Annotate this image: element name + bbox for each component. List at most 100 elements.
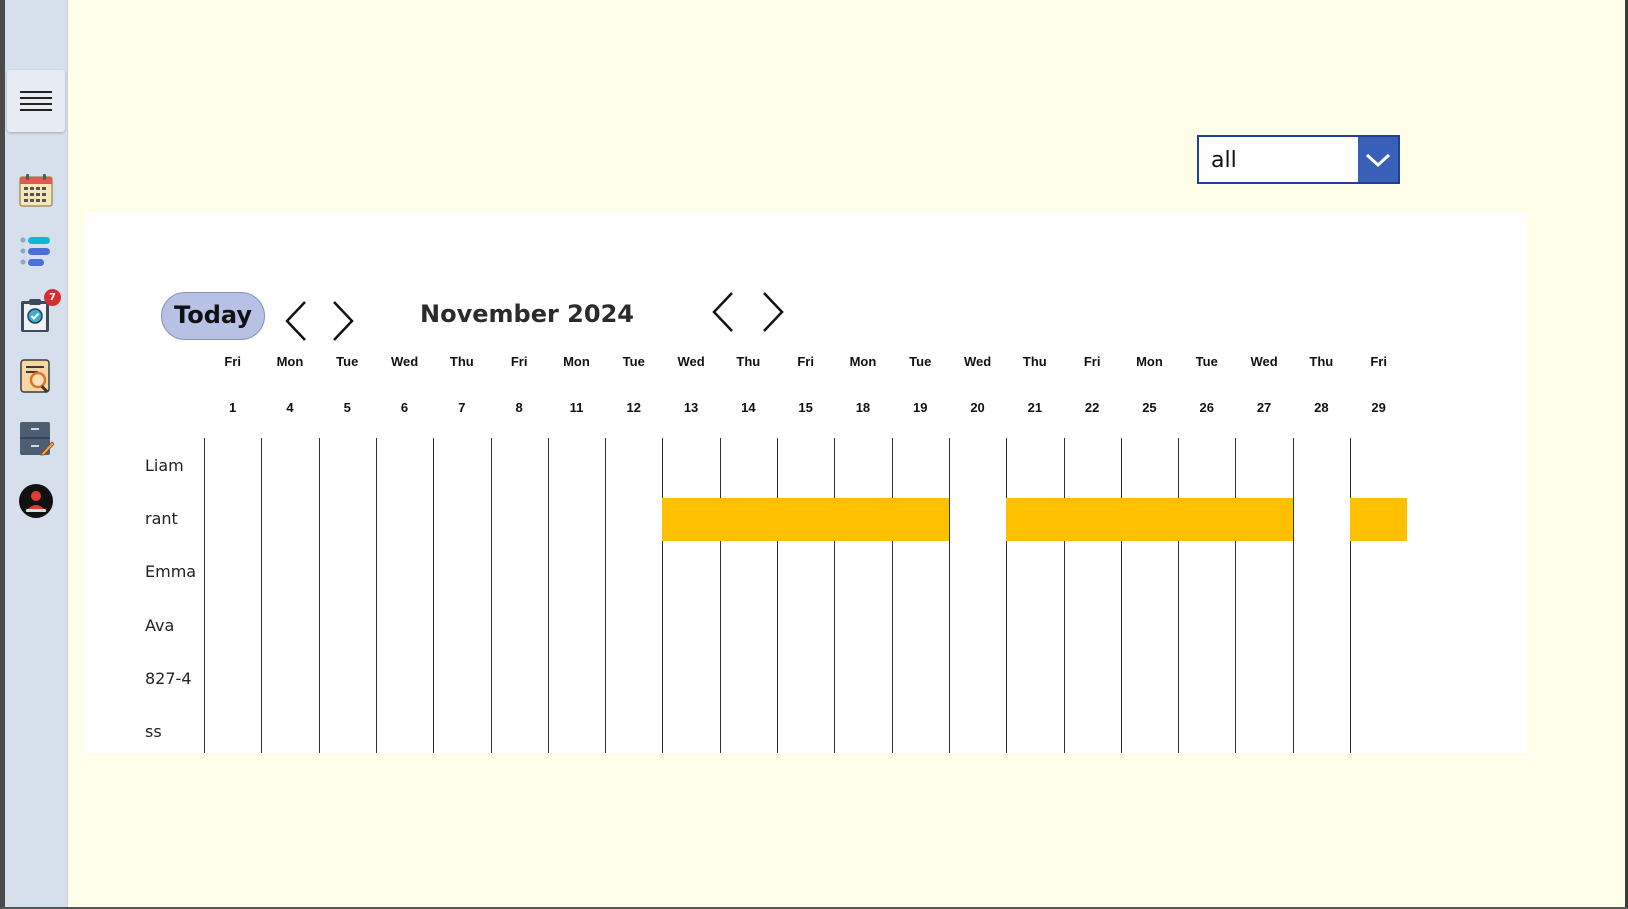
- day-number-label: 1: [229, 400, 237, 415]
- grid-line: [491, 438, 492, 753]
- day-of-week-label: Thu: [1022, 354, 1047, 369]
- day-number-label: 29: [1371, 400, 1386, 415]
- nav-search-documents-button[interactable]: [18, 358, 54, 394]
- grid-line: [1064, 438, 1065, 753]
- day-number-label: 15: [798, 400, 813, 415]
- grid-line: [662, 438, 663, 753]
- day-number-label: 4: [286, 400, 294, 415]
- booking-bar: [1350, 498, 1407, 541]
- nav-calendar-button[interactable]: [18, 172, 54, 208]
- day-of-week-label: Mon: [276, 354, 304, 369]
- day-number-label: 8: [515, 400, 523, 415]
- calendar-panel: [84, 212, 1527, 753]
- dropdown-toggle[interactable]: [1358, 137, 1398, 182]
- grid-line: [892, 438, 893, 753]
- grid-line: [261, 438, 262, 753]
- person-label: rant: [145, 509, 178, 529]
- next-month-button[interactable]: [761, 291, 785, 333]
- task-list-icon: [20, 237, 50, 266]
- nav-approvals-button[interactable]: 7: [18, 289, 61, 333]
- day-number-label: 19: [913, 400, 928, 415]
- chevron-left-icon: [285, 301, 306, 341]
- document-search-icon: [20, 359, 50, 393]
- chevron-down-icon: [1365, 153, 1391, 167]
- grid-line: [548, 438, 549, 753]
- day-number-label: 20: [970, 400, 985, 415]
- filter-selected-value: all: [1211, 148, 1237, 173]
- person-label: Emma: [145, 562, 197, 582]
- grid-line: [1178, 438, 1179, 753]
- day-of-week-label: Fri: [1370, 354, 1387, 369]
- hamburger-menu-button[interactable]: [7, 70, 65, 132]
- day-number-label: 28: [1314, 400, 1329, 415]
- day-number-label: 5: [343, 400, 351, 415]
- grid-line: [949, 438, 950, 753]
- month-title: November 2024: [420, 300, 634, 328]
- grid-line: [376, 438, 377, 753]
- day-of-week-label: Wed: [390, 354, 419, 369]
- day-number-label: 26: [1199, 400, 1214, 415]
- grid-line: [1293, 438, 1294, 753]
- nav-tasks-button[interactable]: [18, 235, 54, 271]
- grid-line: [319, 438, 320, 753]
- day-of-week-label: Wed: [963, 354, 992, 369]
- day-number-label: 21: [1027, 400, 1043, 415]
- person-label: Ava: [145, 615, 175, 635]
- day-of-week-label: Tue: [909, 354, 932, 369]
- day-number-label: 11: [569, 400, 584, 415]
- grid-line: [1006, 438, 1007, 753]
- day-of-week-label: Fri: [1083, 354, 1101, 369]
- day-number-label: 13: [683, 400, 699, 415]
- day-number-label: 7: [458, 400, 466, 415]
- day-of-week-label: Mon: [849, 354, 877, 369]
- day-number-label: 14: [741, 400, 756, 415]
- notification-badge: 7: [44, 289, 61, 306]
- day-number-label: 6: [400, 400, 409, 415]
- grid-line: [204, 438, 205, 753]
- previous-week-button[interactable]: [284, 300, 308, 342]
- previous-month-button[interactable]: [711, 291, 735, 333]
- grid-line: [834, 438, 835, 753]
- grid-line: [1350, 438, 1351, 753]
- day-of-week-label: Fri: [797, 354, 814, 369]
- day-of-week-label: Fri: [510, 354, 528, 369]
- day-of-week-label: Mon: [1136, 354, 1163, 369]
- chevron-right-icon: [333, 301, 354, 341]
- grid-line: [605, 438, 606, 753]
- day-of-week-label: Thu: [1309, 354, 1334, 369]
- day-of-week-label: Fri: [224, 354, 241, 369]
- day-of-week-label: Mon: [563, 354, 590, 369]
- grid-line: [1121, 438, 1122, 753]
- day-number-label: 12: [626, 400, 641, 415]
- person-label: 827-4: [145, 668, 192, 688]
- user-profile-icon: [19, 484, 53, 518]
- next-week-button[interactable]: [331, 300, 355, 342]
- today-button[interactable]: Today: [161, 292, 265, 340]
- day-of-week-label: Tue: [622, 354, 645, 369]
- day-of-week-label: Tue: [336, 354, 359, 369]
- booking-bar: [662, 498, 949, 541]
- app-window: 7 all Today November 2024 Fri 1 Mon 4 Tu…: [0, 0, 1628, 909]
- filter-dropdown[interactable]: all: [1197, 135, 1400, 184]
- day-of-week-label: Wed: [1250, 354, 1278, 369]
- day-number-label: 27: [1256, 400, 1272, 415]
- day-of-week-label: Tue: [1195, 354, 1218, 369]
- day-number-label: 22: [1084, 400, 1100, 415]
- day-of-week-label: Wed: [677, 354, 705, 369]
- calendar-icon: [19, 174, 53, 207]
- grid-line: [433, 438, 434, 753]
- day-of-week-label: Thu: [736, 354, 761, 369]
- cabinet-edit-icon: [20, 422, 54, 456]
- grid-line: [777, 438, 778, 753]
- chevron-left-icon: [712, 292, 733, 332]
- person-label: Liam: [145, 456, 184, 475]
- grid-line: [1235, 438, 1236, 753]
- hamburger-menu-icon: [20, 91, 52, 111]
- nav-profile-button[interactable]: [18, 483, 54, 519]
- chevron-right-icon: [763, 292, 784, 332]
- nav-archive-button[interactable]: [18, 420, 54, 456]
- person-label: ss: [145, 722, 162, 741]
- grid-line: [720, 438, 721, 753]
- day-number-label: 18: [855, 400, 871, 415]
- booking-bar: [1006, 498, 1293, 541]
